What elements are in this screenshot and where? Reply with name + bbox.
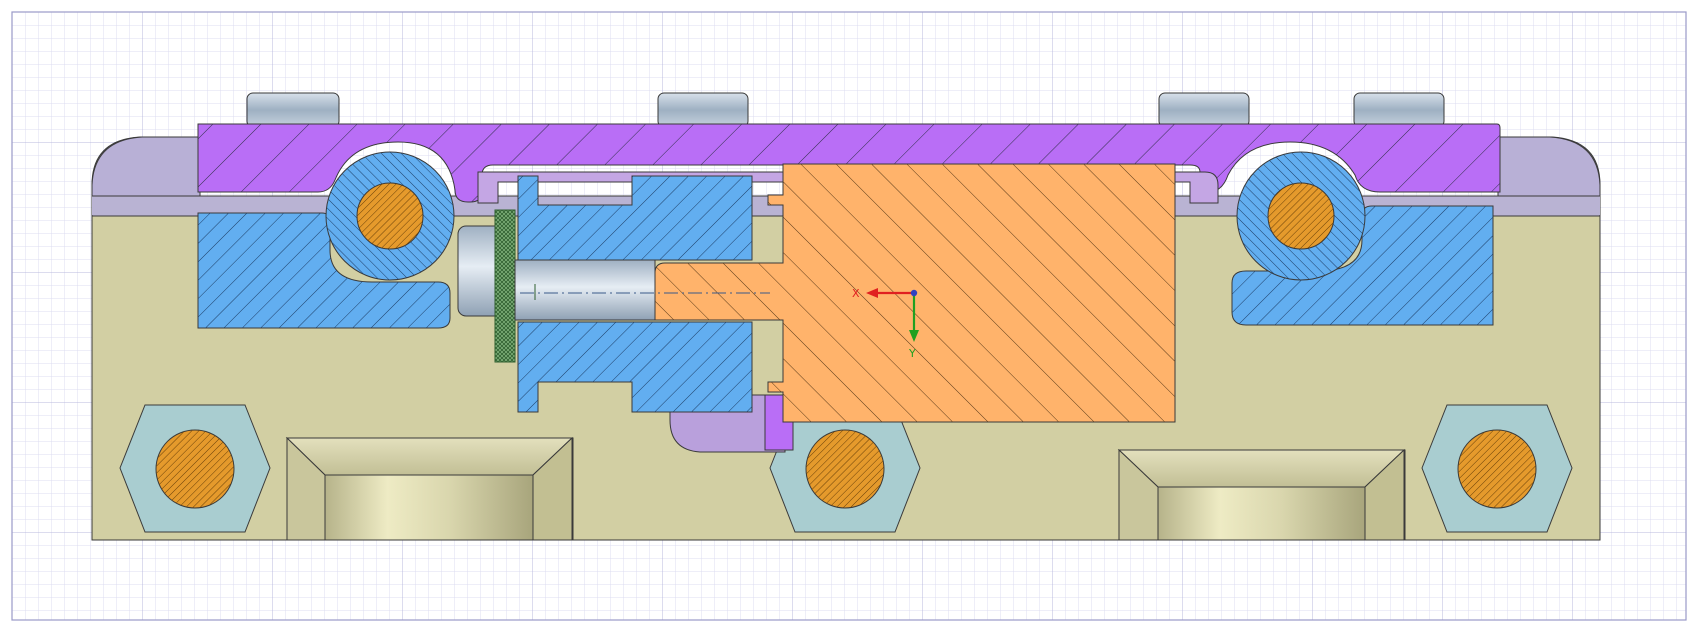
- bolt-head[interactable]: [1353, 92, 1445, 128]
- x-axis-label: X: [852, 287, 860, 300]
- hex-nut[interactable]: [119, 404, 271, 533]
- bolt-head[interactable]: [1158, 92, 1250, 128]
- pocket[interactable]: [285, 436, 574, 541]
- pivot-ring-left[interactable]: [325, 151, 455, 281]
- bolt-head[interactable]: [657, 92, 749, 128]
- y-axis-label: Y: [908, 347, 916, 360]
- bolt-head[interactable]: [246, 92, 340, 128]
- cad-canvas[interactable]: X Y: [0, 0, 1698, 632]
- pocket[interactable]: [1117, 448, 1406, 541]
- hex-nut[interactable]: [1421, 404, 1573, 533]
- cad-viewport[interactable]: X Y: [0, 0, 1698, 632]
- pivot-ring-right[interactable]: [1236, 151, 1366, 281]
